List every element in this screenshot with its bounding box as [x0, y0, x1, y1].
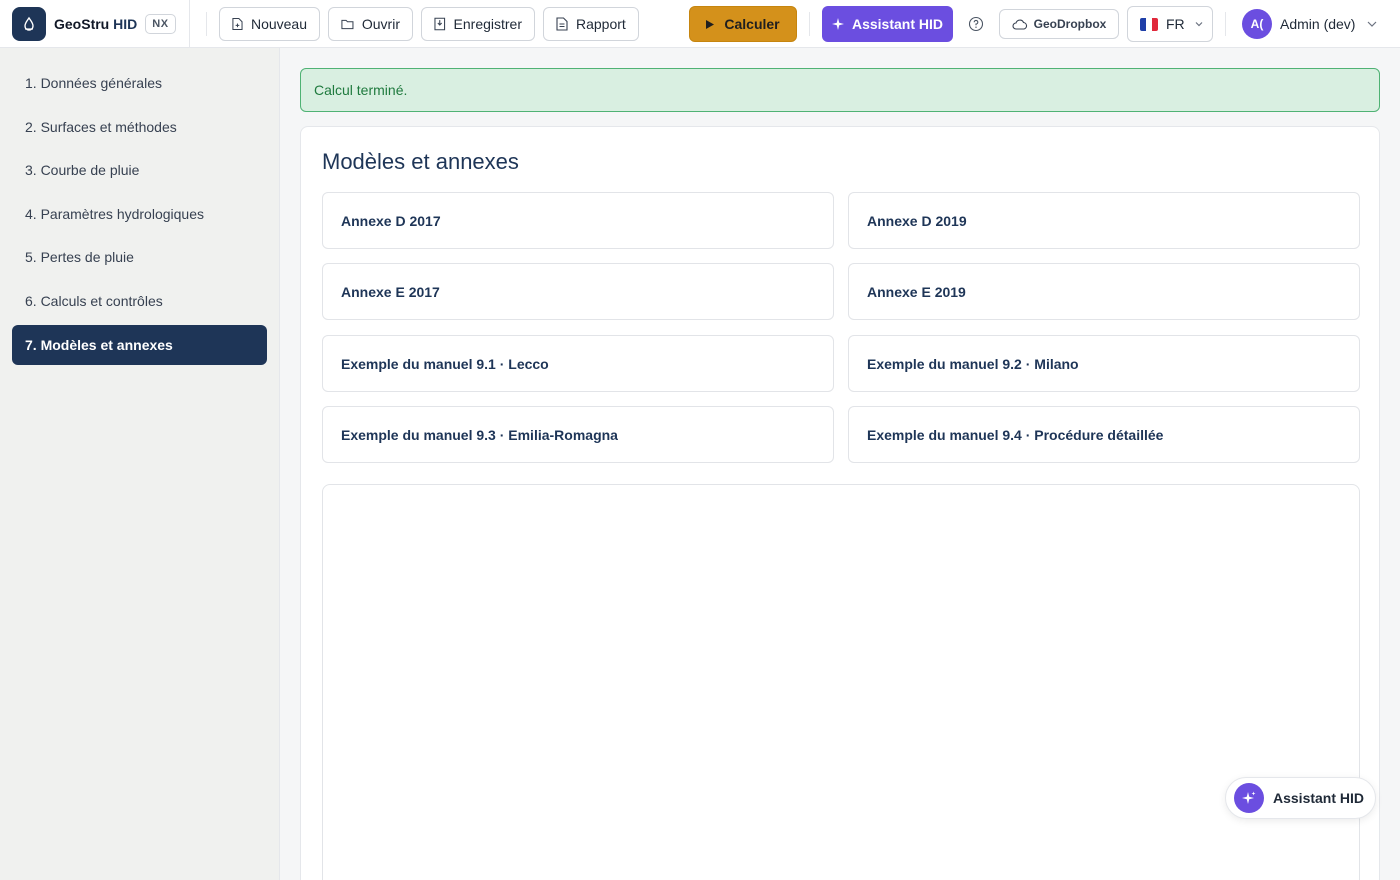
save-button[interactable]: Enregistrer [421, 7, 535, 41]
assistant-floating-label: Assistant HID [1273, 790, 1365, 806]
template-preview [322, 484, 1360, 880]
edition-badge: NX [145, 13, 176, 34]
save-icon [434, 17, 446, 31]
template-example-9-4[interactable]: Exemple du manuel 9.4 · Procédure détail… [848, 406, 1360, 463]
help-circle-icon[interactable] [968, 16, 984, 32]
sidebar-item-hydrologic-params[interactable]: 4. Paramètres hydrologiques [12, 194, 267, 234]
sidebar-item-rain-losses[interactable]: 5. Pertes de pluie [12, 237, 267, 277]
sidebar-item-models-annexes[interactable]: 7. Modèles et annexes [12, 325, 267, 365]
flag-fr-icon [1140, 17, 1158, 31]
app-title-suffix: HID [113, 15, 138, 32]
avatar: A( [1242, 9, 1272, 39]
template-example-9-1[interactable]: Exemple du manuel 9.1 · Lecco [322, 335, 834, 392]
chevron-down-icon [1368, 21, 1377, 27]
sparkle-icon [831, 18, 844, 30]
droplet-icon [12, 6, 46, 41]
sidebar: 1. Données générales 2. Surfaces et méth… [0, 48, 280, 880]
file-text-icon [556, 17, 568, 31]
alert-message: Calcul terminé. [314, 82, 408, 98]
sidebar-item-general-data[interactable]: 1. Données générales [12, 63, 267, 103]
models-annexes-panel: Modèles et annexes Annexe D 2017 Annexe … [300, 126, 1380, 880]
language-label: FR [1166, 16, 1185, 32]
cloud-icon [1012, 19, 1027, 30]
template-annexe-d-2019[interactable]: Annexe D 2019 [848, 192, 1360, 249]
geodropbox-label: GeoDropbox [1033, 17, 1107, 31]
top-bar: GeoStru HID NX Nouveau Ouvrir Enregistre… [0, 0, 1400, 48]
template-annexe-e-2017[interactable]: Annexe E 2017 [322, 263, 834, 320]
divider [206, 12, 207, 36]
sidebar-item-calculations[interactable]: 6. Calculs et contrôles [12, 281, 267, 321]
calculate-button[interactable]: Calculer [689, 6, 797, 42]
calculate-button-label: Calculer [724, 16, 780, 32]
report-button-label: Rapport [576, 16, 626, 32]
file-new-icon [232, 18, 243, 30]
brand[interactable]: GeoStru HID NX [0, 0, 190, 48]
divider [809, 12, 810, 36]
success-alert: Calcul terminé. [300, 68, 1380, 112]
new-button[interactable]: Nouveau [219, 7, 320, 41]
app-title: GeoStru HID [54, 16, 137, 32]
user-name: Admin (dev) [1280, 16, 1356, 32]
sparkle-icon [1234, 783, 1264, 813]
template-example-9-2[interactable]: Exemple du manuel 9.2 · Milano [848, 335, 1360, 392]
save-button-label: Enregistrer [453, 16, 522, 32]
report-button[interactable]: Rapport [543, 7, 639, 41]
template-annexe-d-2017[interactable]: Annexe D 2017 [322, 192, 834, 249]
app-title-prefix: GeoStru [54, 15, 110, 32]
language-select[interactable]: FR [1127, 6, 1213, 42]
assistant-floating-button[interactable]: Assistant HID [1225, 777, 1376, 819]
sidebar-item-rain-curve[interactable]: 3. Courbe de pluie [12, 150, 267, 190]
page-title: Modèles et annexes [322, 149, 519, 174]
open-button-label: Ouvrir [361, 16, 400, 32]
divider [1225, 12, 1226, 36]
open-button[interactable]: Ouvrir [328, 7, 413, 41]
chevron-down-icon [1195, 22, 1203, 27]
play-icon [706, 19, 715, 29]
assistant-button[interactable]: Assistant HID [822, 6, 953, 42]
geodropbox-button[interactable]: GeoDropbox [999, 9, 1119, 39]
assistant-button-label: Assistant HID [851, 16, 944, 32]
new-button-label: Nouveau [250, 16, 307, 32]
template-annexe-e-2019[interactable]: Annexe E 2019 [848, 263, 1360, 320]
user-menu[interactable]: A( Admin (dev) [1242, 8, 1377, 40]
sidebar-item-surfaces-methods[interactable]: 2. Surfaces et méthodes [12, 107, 267, 147]
template-example-9-3[interactable]: Exemple du manuel 9.3 · Emilia-Romagna [322, 406, 834, 463]
folder-icon [341, 19, 354, 30]
